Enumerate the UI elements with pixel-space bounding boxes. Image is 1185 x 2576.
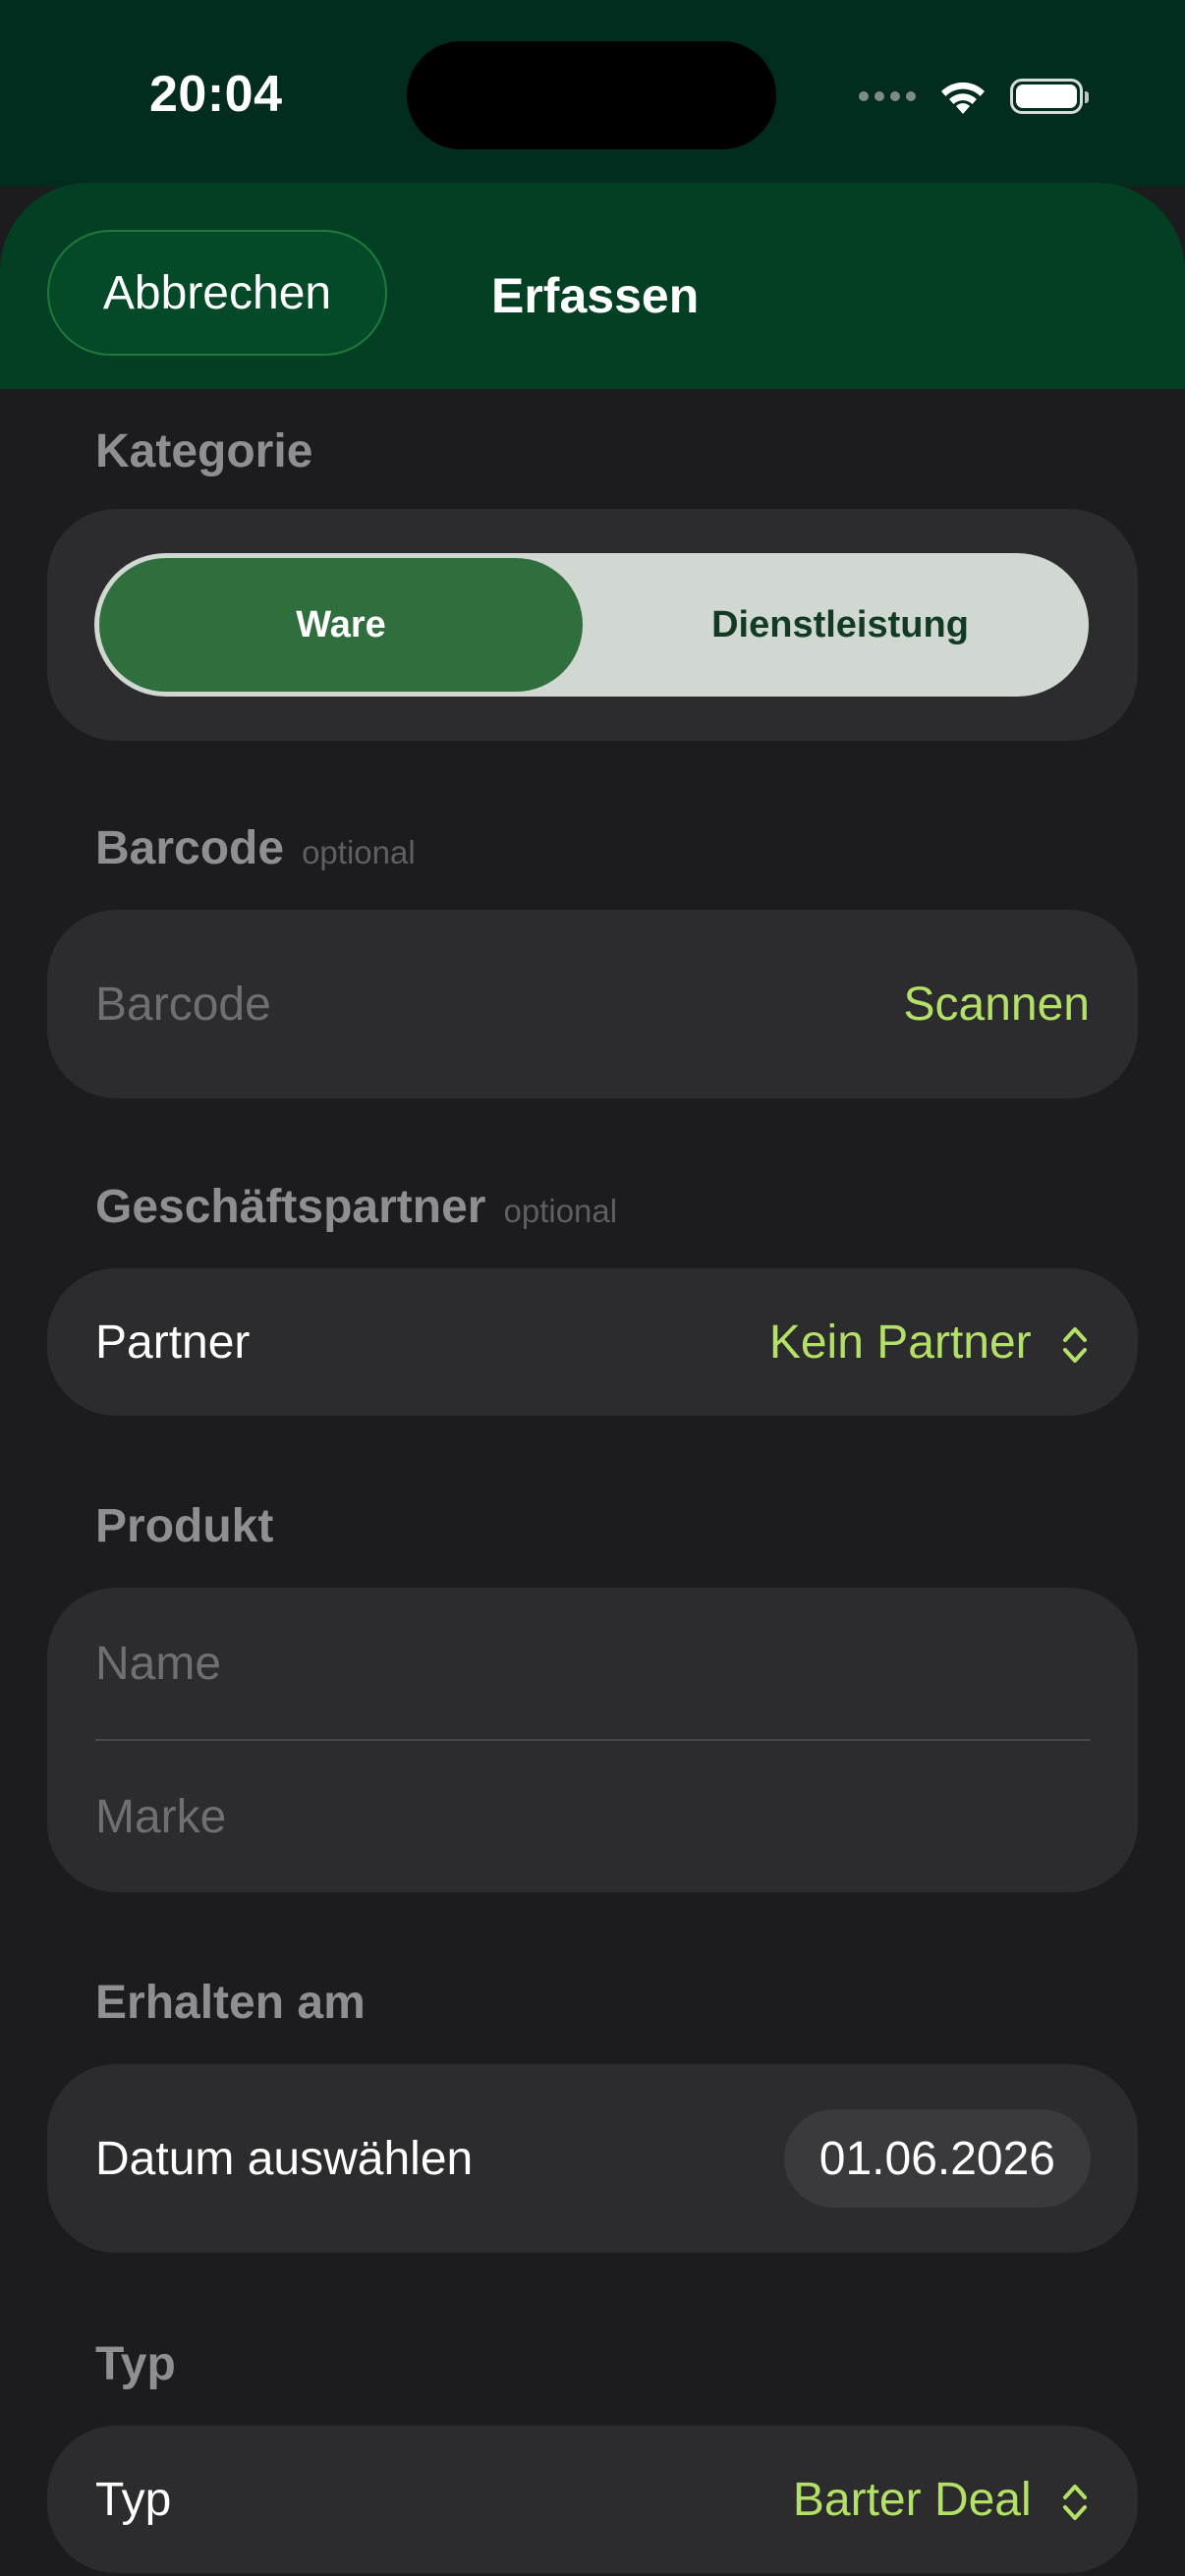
section-label-barcode: Barcode optional [95,822,416,874]
dynamic-island [407,41,776,149]
section-label-kategorie: Kategorie [95,425,313,477]
page-title: Erfassen [491,268,700,323]
barcode-card: Barcode Scannen [47,910,1138,1098]
sheet-header: Abbrechen Erfassen [0,183,1185,389]
partner-picker[interactable]: Kein Partner [769,1316,1090,1370]
section-label-erhalten: Erhalten am [95,1977,366,2029]
optional-hint: optional [302,834,416,870]
status-bar: 20:04 [0,0,1185,187]
section-label-typ: Typ [95,2338,176,2390]
partner-row-label: Partner [95,1316,251,1369]
partner-card: Partner Kein Partner [47,1268,1138,1416]
date-row-label: Datum auswählen [95,2132,474,2185]
scan-button[interactable]: Scannen [904,978,1091,1032]
status-icons [859,73,1089,120]
product-brand-input[interactable]: Marke [95,1790,226,1844]
partner-picker-value: Kein Partner [768,1316,1032,1369]
erhalten-card: Datum auswählen 01.06.2026 [47,2064,1138,2253]
kategorie-card: Ware Dienstleistung [47,509,1138,741]
optional-hint: optional [503,1193,618,1229]
produkt-card: Name Marke [47,1588,1138,1892]
battery-icon [1010,79,1089,114]
section-label-produkt: Produkt [95,1500,274,1552]
typ-card: Typ Barter Deal [47,2426,1138,2573]
chevron-up-down-icon [1063,1326,1087,1363]
typ-picker[interactable]: Barter Deal [793,2473,1090,2527]
barcode-input[interactable]: Barcode [95,978,271,1032]
segment-dienstleistung[interactable]: Dienstleistung [592,553,1089,697]
status-time: 20:04 [149,66,283,123]
category-segmented-control[interactable]: Ware Dienstleistung [94,553,1089,697]
section-label-partner: Geschäftspartner optional [95,1181,618,1233]
chevron-up-down-icon [1063,2484,1087,2520]
wifi-icon [941,82,985,114]
cancel-button[interactable]: Abbrechen [47,230,387,356]
typ-picker-value: Barter Deal [792,2473,1032,2526]
form-content[interactable]: Kategorie Ware Dienstleistung Barcode op… [0,389,1185,2576]
typ-row-label: Typ [95,2473,172,2526]
segment-ware[interactable]: Ware [99,558,583,692]
cellular-dots-icon [859,91,916,101]
product-name-input[interactable]: Name [95,1637,221,1691]
date-picker-button[interactable]: 01.06.2026 [783,2109,1091,2208]
